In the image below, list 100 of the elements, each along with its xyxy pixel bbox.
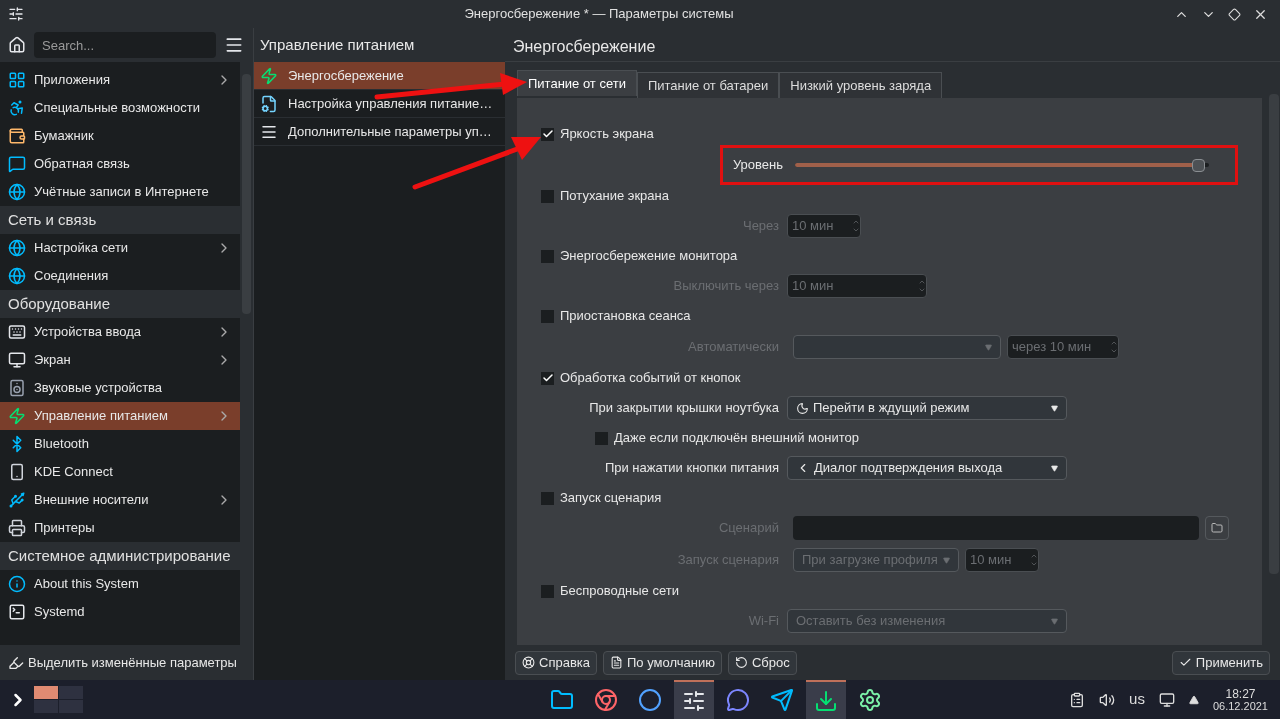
desktop-cell[interactable] (59, 700, 83, 713)
caret-icon (1051, 617, 1058, 625)
usb-stick-icon (8, 491, 26, 509)
category-heading: Системное администрирование (8, 545, 231, 566)
circle-icon (638, 687, 663, 712)
desktop-cell[interactable] (59, 686, 83, 699)
folder-icon (550, 687, 575, 712)
sidebar-item[interactable]: Настройка сети (0, 234, 240, 262)
checkbox[interactable] (541, 309, 554, 323)
sidebar-item[interactable]: Bluetooth (0, 430, 240, 458)
sidebar-item[interactable]: Внешние носители (0, 486, 240, 514)
tab[interactable]: Питание от батареи (636, 72, 780, 98)
moon-icon (796, 401, 809, 415)
defaults-button[interactable]: По умолчанию (603, 650, 722, 675)
speaker-icon (8, 379, 26, 397)
list-item[interactable]: Энергосбережение (254, 62, 505, 90)
script-path-field[interactable] (793, 516, 1199, 540)
category-heading: Сеть и связь (8, 209, 97, 230)
sidebar-item[interactable]: About this System (0, 570, 240, 598)
sidebar-item[interactable]: Бумажник (0, 122, 240, 150)
document-icon (260, 94, 278, 113)
checkbox[interactable] (541, 491, 554, 505)
checkbox[interactable] (541, 189, 554, 203)
gear-icon (858, 687, 883, 712)
highlight-changes-button[interactable]: Выделить изменённые параметры (8, 652, 237, 673)
window-title: Энергосбережение * — Параметры системы (464, 5, 734, 24)
checkbox[interactable] (541, 127, 554, 141)
checkbox[interactable] (541, 584, 554, 598)
accessibility-icon (8, 99, 26, 117)
dropdown[interactable]: Перейти в ждущий режим (787, 396, 1067, 420)
reset-button[interactable]: Сброс (727, 650, 797, 675)
checkbox-label: Яркость экрана (560, 125, 654, 144)
sidebar-item[interactable]: Экран (0, 346, 240, 374)
globe-icon (8, 267, 26, 285)
grid-icon (8, 71, 26, 89)
help-button[interactable]: Справка (515, 650, 597, 675)
clock-date[interactable]: 06.12.2021 (1212, 699, 1268, 712)
speech-bubble-icon (8, 155, 26, 173)
checkbox-label: Даже если подключён внешний монитор (614, 429, 859, 448)
field-label: Уровень (732, 156, 783, 175)
field-label: При нажатии кнопки питания (604, 459, 779, 478)
caret-icon (985, 343, 992, 351)
tab[interactable]: Низкий уровень заряда (779, 72, 943, 98)
clipboard-icon[interactable] (1069, 691, 1086, 708)
highlighter-icon (8, 654, 24, 671)
category-heading: Оборудование (8, 293, 111, 314)
sidebar-item[interactable]: Systemd (0, 598, 240, 626)
phone-icon (8, 463, 26, 481)
keyboard-layout[interactable]: us (1129, 688, 1145, 711)
terminal-window-icon (8, 603, 26, 621)
undo-icon (734, 656, 748, 669)
checkbox[interactable] (541, 249, 554, 263)
info-icon (8, 575, 26, 593)
maximize-icon[interactable] (1228, 7, 1241, 21)
slider-track[interactable] (795, 158, 1209, 172)
slider-handle[interactable] (1192, 158, 1205, 172)
checkbox-label: Беспроводные сети (560, 582, 679, 601)
sidebar-item[interactable]: Звуковые устройства (0, 374, 240, 402)
lifebuoy-icon (522, 656, 535, 669)
keyboard-icon (8, 323, 26, 341)
sidebar-item[interactable]: Соединения (0, 262, 240, 290)
checkbox-label: Запуск сценария (560, 489, 662, 508)
tab[interactable]: Питание от сети (517, 70, 637, 96)
desktop-cell[interactable] (34, 700, 58, 713)
list-item[interactable]: Дополнительные параметры уп… (254, 118, 505, 146)
search-field[interactable]: Search... (34, 32, 216, 58)
document-icon (610, 656, 623, 669)
home-button[interactable] (8, 36, 26, 54)
taskbar-app[interactable] (674, 680, 715, 719)
sidebar-item[interactable]: Управление питанием (0, 402, 240, 430)
browse-button[interactable] (1205, 516, 1229, 540)
checkmark-icon (1178, 656, 1192, 669)
clock-time[interactable]: 18:27 (1225, 687, 1256, 700)
network-icon[interactable] (1158, 691, 1175, 708)
pane-title: Управление питанием (260, 34, 415, 55)
folder-icon (1211, 522, 1223, 534)
sidebar-item[interactable]: Принтеры (0, 514, 240, 542)
desktop-pager[interactable] (34, 686, 83, 713)
printer-icon (8, 519, 26, 537)
checkbox-label: Энергосбережение монитора (560, 247, 738, 266)
chat-icon (726, 687, 751, 712)
checkbox-label: Обработка событий от кнопок (560, 369, 741, 388)
globe-icon (8, 239, 26, 257)
desktop-cell[interactable] (34, 686, 58, 699)
tray-expand-icon[interactable] (1188, 694, 1199, 705)
checkbox[interactable] (595, 431, 608, 445)
volume-icon[interactable] (1099, 691, 1116, 708)
taskbar-app[interactable] (806, 680, 847, 719)
checkbox[interactable] (541, 371, 554, 385)
sidebar-item[interactable]: Учётные записи в Интернете (0, 178, 240, 206)
dropdown[interactable]: Диалог подтверждения выхода (787, 456, 1067, 480)
app-icon (8, 6, 24, 22)
sidebar-item[interactable]: Приложения (0, 66, 240, 94)
sidebar-item[interactable]: Обратная связь (0, 150, 240, 178)
sidebar-item[interactable]: Устройства ввода (0, 318, 240, 346)
apply-button[interactable]: Применить (1171, 650, 1270, 675)
download-icon (814, 688, 839, 713)
sidebar-item[interactable]: Специальные возможности (0, 94, 240, 122)
sidebar-item[interactable]: KDE Connect (0, 458, 240, 486)
menu-button[interactable] (224, 35, 244, 55)
